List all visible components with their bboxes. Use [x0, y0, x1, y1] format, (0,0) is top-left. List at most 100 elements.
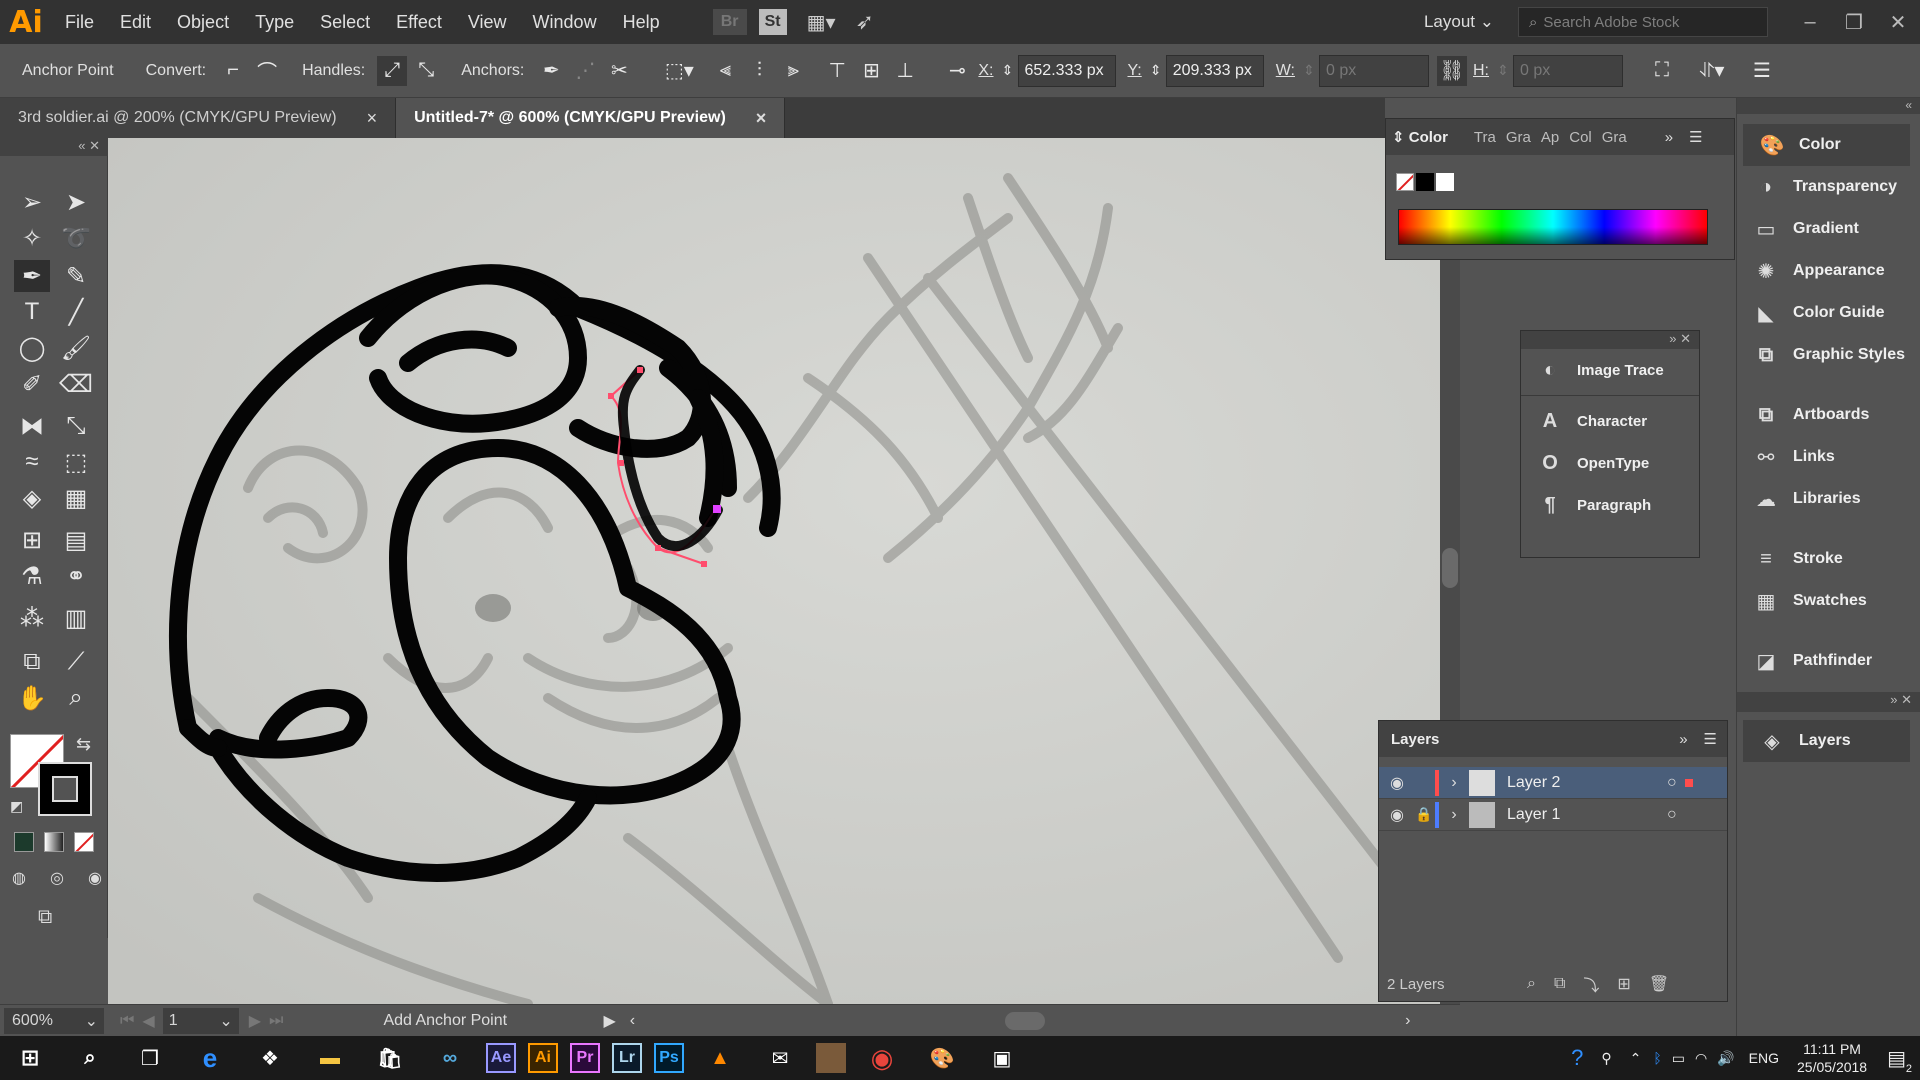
panel-item-paragraph[interactable]: ¶ Paragraph: [1521, 484, 1699, 526]
panel-item-character[interactable]: A Character: [1521, 400, 1699, 442]
x-stepper-icon[interactable]: ⇕: [1000, 56, 1016, 86]
magic-wand-tool-icon[interactable]: ✧: [14, 222, 50, 254]
curvature-tool-icon[interactable]: ✎: [58, 260, 94, 292]
gradient-tool-icon[interactable]: ▤: [58, 524, 94, 556]
free-transform-tool-icon[interactable]: ⬚: [58, 446, 94, 478]
screen-mode-icon[interactable]: ⧉: [38, 906, 52, 929]
convert-corner-icon[interactable]: ⌐: [218, 56, 248, 86]
tab-layers[interactable]: Layers: [1391, 731, 1439, 748]
align-bottom-icon[interactable]: ⊥: [890, 56, 920, 86]
tab-color-guide[interactable]: Col: [1569, 129, 1592, 146]
layer-row-layer-2[interactable]: ◉ › Layer 2 ○: [1379, 767, 1727, 799]
menu-select[interactable]: Select: [307, 0, 383, 44]
panel-menu-icon[interactable]: ☰: [1689, 128, 1702, 146]
mesh-tool-icon[interactable]: ⊞: [14, 524, 50, 556]
control-menu-icon[interactable]: ☰: [1747, 56, 1777, 86]
lock-icon[interactable]: 🔒: [1415, 806, 1435, 823]
align-hcenter-icon[interactable]: ⫶: [744, 56, 774, 86]
y-field[interactable]: 209.333 px: [1165, 54, 1264, 87]
dock-item-stroke[interactable]: ≡ Stroke: [1737, 538, 1920, 580]
tab-appearance[interactable]: Ap: [1541, 129, 1559, 146]
constrain-link-icon[interactable]: ⛓: [1437, 55, 1467, 86]
zoom-tool-icon[interactable]: ⌕: [58, 682, 94, 714]
panel-menu-icon[interactable]: ☰: [1704, 730, 1717, 748]
w-stepper-icon[interactable]: ⇕: [1301, 56, 1317, 86]
cut-path-icon[interactable]: ✂: [604, 56, 634, 86]
stock-icon[interactable]: St: [758, 9, 787, 35]
first-artboard-icon[interactable]: ⏮: [120, 1012, 134, 1030]
ellipse-tool-icon[interactable]: ◯: [14, 332, 50, 364]
tab-gradient[interactable]: Gra: [1506, 129, 1531, 146]
close-window-button[interactable]: ✕: [1876, 10, 1920, 35]
none-mode-icon[interactable]: [74, 832, 94, 852]
delete-layer-icon[interactable]: 🗑: [1649, 974, 1669, 994]
arrange-documents-icon[interactable]: ▦▾: [807, 10, 836, 35]
width-tool-icon[interactable]: ≈: [14, 446, 50, 478]
x-field[interactable]: 652.333 px: [1017, 54, 1116, 87]
menu-view[interactable]: View: [455, 0, 520, 44]
color-mode-icon[interactable]: [14, 832, 34, 852]
zoom-field[interactable]: 600% ⌄: [4, 1007, 104, 1034]
new-sublayer-icon[interactable]: ⤵: [1583, 972, 1599, 996]
store-icon[interactable]: 🛍: [366, 1038, 414, 1078]
paintbrush-tool-icon[interactable]: 🖌: [58, 332, 94, 364]
align-left-icon[interactable]: ⫷: [710, 56, 740, 86]
panel-item-image-trace[interactable]: ◐ Image Trace: [1521, 349, 1699, 391]
default-colors-icon[interactable]: ◩: [10, 798, 23, 815]
tab-transparency[interactable]: Tra: [1474, 129, 1496, 146]
locate-object-icon[interactable]: ⌕: [1527, 975, 1536, 993]
dock-item-color[interactable]: 🎨 Color: [1743, 124, 1910, 166]
eraser-tool-icon[interactable]: ⌫: [58, 368, 94, 400]
photos-icon[interactable]: ▣: [978, 1038, 1026, 1078]
menu-help[interactable]: Help: [610, 0, 673, 44]
align-vcenter-icon[interactable]: ⊞: [856, 56, 886, 86]
tab-untitled-7[interactable]: Untitled-7* @ 600% (CMYK/GPU Preview) ×: [396, 98, 786, 138]
game-app-icon[interactable]: [816, 1043, 846, 1073]
type-tool-icon[interactable]: T: [14, 296, 50, 328]
shaper-tool-icon[interactable]: ✐: [14, 368, 50, 400]
dock-item-artboards[interactable]: ⧉ Artboards: [1737, 394, 1920, 436]
slice-tool-icon[interactable]: ⟋: [58, 646, 94, 678]
dock-item-libraries[interactable]: ☁ Libraries: [1737, 478, 1920, 520]
path-options-icon[interactable]: ⥯▾: [1697, 56, 1727, 86]
none-swatch[interactable]: [1396, 173, 1414, 191]
panel-item-opentype[interactable]: O OpenType: [1521, 442, 1699, 484]
notification-center-icon[interactable]: ▤ 2: [1887, 1046, 1912, 1075]
edge-icon[interactable]: e: [186, 1038, 234, 1078]
pen-tool-icon[interactable]: ✒: [14, 260, 50, 292]
connect-anchor-icon[interactable]: ⋰: [570, 56, 600, 86]
artboard-tool-icon[interactable]: ⧉: [14, 646, 50, 678]
lightroom-icon[interactable]: Lr: [612, 1043, 642, 1073]
volume-icon[interactable]: 🔊: [1717, 1050, 1734, 1067]
windows-start-icon[interactable]: ⊞: [6, 1038, 54, 1078]
h-field[interactable]: 0 px: [1513, 54, 1623, 87]
align-right-icon[interactable]: ⫸: [778, 56, 808, 86]
layer-name[interactable]: Layer 2: [1507, 774, 1667, 792]
menu-window[interactable]: Window: [520, 0, 610, 44]
menu-type[interactable]: Type: [242, 0, 307, 44]
swap-fill-stroke-icon[interactable]: ⇆: [76, 734, 91, 755]
chevron-right-icon[interactable]: ›: [1439, 774, 1469, 792]
layer-row-layer-1[interactable]: ◉ 🔒 › Layer 1 ○: [1379, 799, 1727, 831]
mail-icon[interactable]: ✉: [756, 1038, 804, 1078]
close-icon[interactable]: ×: [367, 108, 378, 129]
eye-icon[interactable]: ◉: [1379, 805, 1415, 825]
toolbox-header[interactable]: « ✕: [0, 138, 108, 156]
symbol-sprayer-tool-icon[interactable]: ⁂: [14, 602, 50, 634]
perspective-grid-tool-icon[interactable]: ▦: [58, 482, 94, 514]
chevron-up-icon[interactable]: ⌃: [1630, 1050, 1642, 1067]
white-swatch[interactable]: [1436, 173, 1454, 191]
status-menu-arrow-icon[interactable]: ▶: [603, 1011, 615, 1031]
stock-search-field[interactable]: ⌕ Search Adobe Stock: [1518, 7, 1768, 37]
paint-icon[interactable]: 🎨: [918, 1038, 966, 1078]
blend-tool-icon[interactable]: ⚭: [58, 560, 94, 592]
color-spectrum[interactable]: [1398, 209, 1708, 245]
stroke-swatch[interactable]: [38, 762, 92, 816]
battery-icon[interactable]: ▭: [1672, 1050, 1685, 1067]
convert-smooth-icon[interactable]: ⌒: [252, 56, 282, 86]
tab-color[interactable]: ⇕ Color: [1392, 128, 1448, 146]
w-field[interactable]: 0 px: [1319, 54, 1429, 87]
horizontal-scrollbar[interactable]: [1005, 1011, 1046, 1030]
direct-selection-tool-icon[interactable]: ➤: [58, 186, 94, 218]
draw-normal-icon[interactable]: ◍: [12, 868, 26, 888]
